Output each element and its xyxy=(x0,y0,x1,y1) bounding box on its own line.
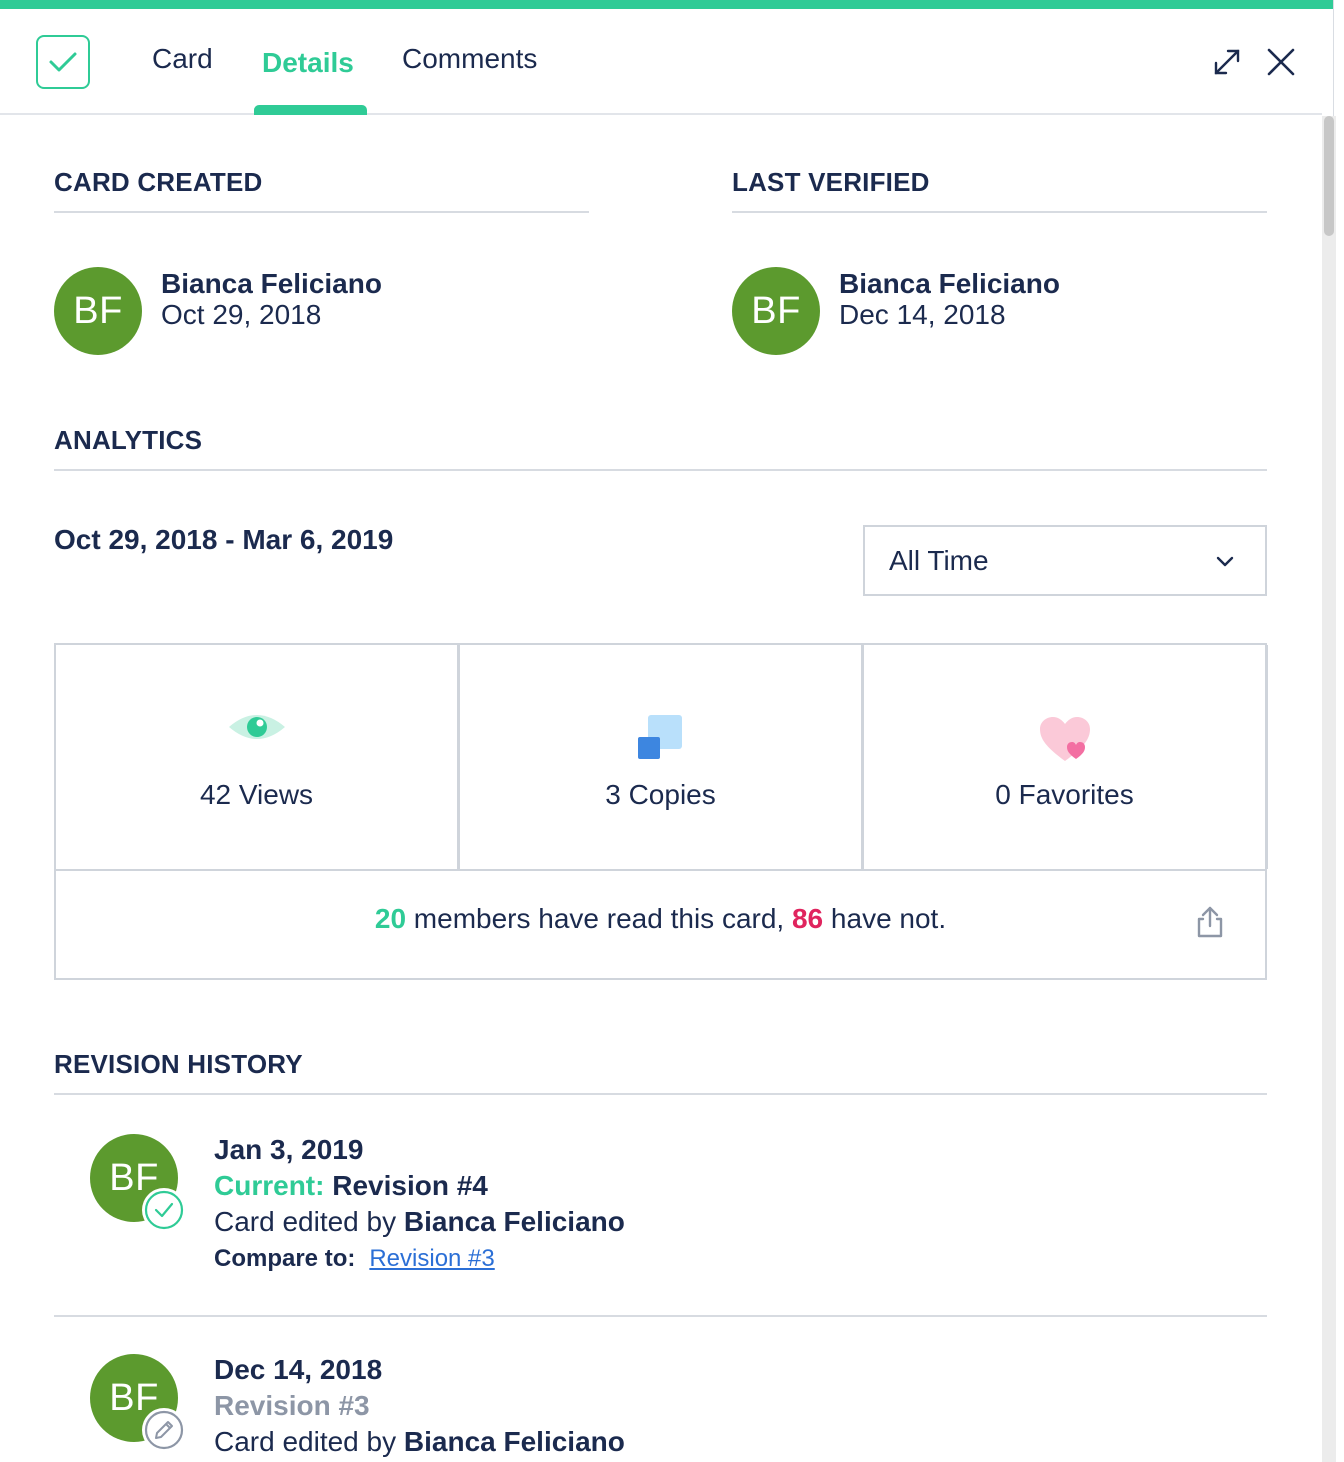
verifier-name: Bianca Feliciano xyxy=(839,268,1060,299)
divider xyxy=(54,469,1267,471)
analytics-title: ANALYTICS xyxy=(54,425,203,455)
created-date: Oct 29, 2018 xyxy=(161,299,322,330)
read-end-text: have not. xyxy=(823,903,947,934)
panel-header: Card Details Comments xyxy=(0,9,1322,115)
chevron-down-icon xyxy=(1216,556,1234,567)
read-status-line: 20 members have read this card, 86 have … xyxy=(56,903,1265,935)
revision-editor: Card edited by Bianca Feliciano xyxy=(214,1426,625,1458)
pencil-icon xyxy=(144,1410,184,1450)
scrollbar[interactable] xyxy=(1322,116,1336,1462)
analytics-stats-box: 42 Views 3 Copies 0 Favorites 20 members… xyxy=(54,643,1268,980)
copies-icon xyxy=(637,715,682,759)
tab-details[interactable]: Details xyxy=(262,47,354,79)
compare-revision-link[interactable]: Revision #3 xyxy=(369,1245,494,1272)
compare-row: Compare to: Revision #3 xyxy=(214,1245,495,1273)
active-tab-indicator xyxy=(254,105,367,115)
avatar: BF xyxy=(732,267,820,355)
revision-status: Current: Revision #4 xyxy=(214,1170,488,1202)
card-created-title: CARD CREATED xyxy=(54,167,263,197)
divider xyxy=(56,869,1265,871)
creator-name: Bianca Feliciano xyxy=(161,268,382,299)
analytics-date-range: Oct 29, 2018 - Mar 6, 2019 xyxy=(54,524,394,555)
views-stat: 42 Views xyxy=(56,645,460,869)
top-accent-bar xyxy=(0,0,1333,9)
edited-by-text: Card edited by xyxy=(214,1206,397,1237)
views-label: 42 Views xyxy=(199,779,314,810)
editor-name: Bianca Feliciano xyxy=(403,1206,625,1237)
revision-date: Dec 14, 2018 xyxy=(214,1354,383,1385)
divider xyxy=(54,1093,1267,1095)
compare-label: Compare to: xyxy=(214,1245,356,1272)
verified-date: Dec 14, 2018 xyxy=(839,299,1006,330)
copies-stat: 3 Copies xyxy=(460,645,864,869)
edited-by-text: Card edited by xyxy=(214,1426,397,1457)
revision-number: Revision #4 xyxy=(332,1170,488,1201)
scrollbar-thumb[interactable] xyxy=(1324,116,1334,236)
divider xyxy=(54,1315,1267,1317)
copies-label: 3 Copies xyxy=(605,779,716,810)
badge xyxy=(142,1188,186,1232)
revision-date: Jan 3, 2019 xyxy=(214,1134,364,1165)
heart-icon xyxy=(1039,717,1090,761)
favorites-stat: 0 Favorites xyxy=(864,645,1268,869)
favorites-label: 0 Favorites xyxy=(995,779,1134,810)
read-middle-text: members have read this card, xyxy=(406,903,792,934)
check-icon xyxy=(144,1190,184,1230)
time-period-select[interactable]: All Time xyxy=(863,525,1267,596)
tab-comments[interactable]: Comments xyxy=(402,43,537,75)
verified-check-icon[interactable] xyxy=(36,35,90,89)
background-page-edge xyxy=(1322,116,1344,1462)
card-details-panel: Card Details Comments CARD CREATED BF Bi… xyxy=(0,0,1334,1462)
avatar: BF xyxy=(54,267,142,355)
revision-status: Revision #3 xyxy=(214,1390,370,1422)
export-icon[interactable] xyxy=(1195,905,1225,939)
close-icon[interactable] xyxy=(1264,45,1298,79)
tab-card[interactable]: Card xyxy=(152,43,213,75)
divider xyxy=(732,211,1267,213)
last-verified-title: LAST VERIFIED xyxy=(732,167,930,197)
revision-number: Revision #3 xyxy=(214,1390,370,1421)
revision-history-title: REVISION HISTORY xyxy=(54,1049,303,1079)
badge xyxy=(142,1408,186,1452)
eye-icon xyxy=(228,715,285,739)
revision-editor: Card edited by Bianca Feliciano xyxy=(214,1206,625,1238)
current-label: Current: xyxy=(214,1170,325,1201)
editor-name: Bianca Feliciano xyxy=(403,1426,625,1457)
time-period-value: All Time xyxy=(889,545,989,576)
unread-count: 86 xyxy=(791,903,824,934)
expand-icon[interactable] xyxy=(1210,45,1244,79)
divider xyxy=(54,211,589,213)
read-count: 20 xyxy=(374,903,407,934)
